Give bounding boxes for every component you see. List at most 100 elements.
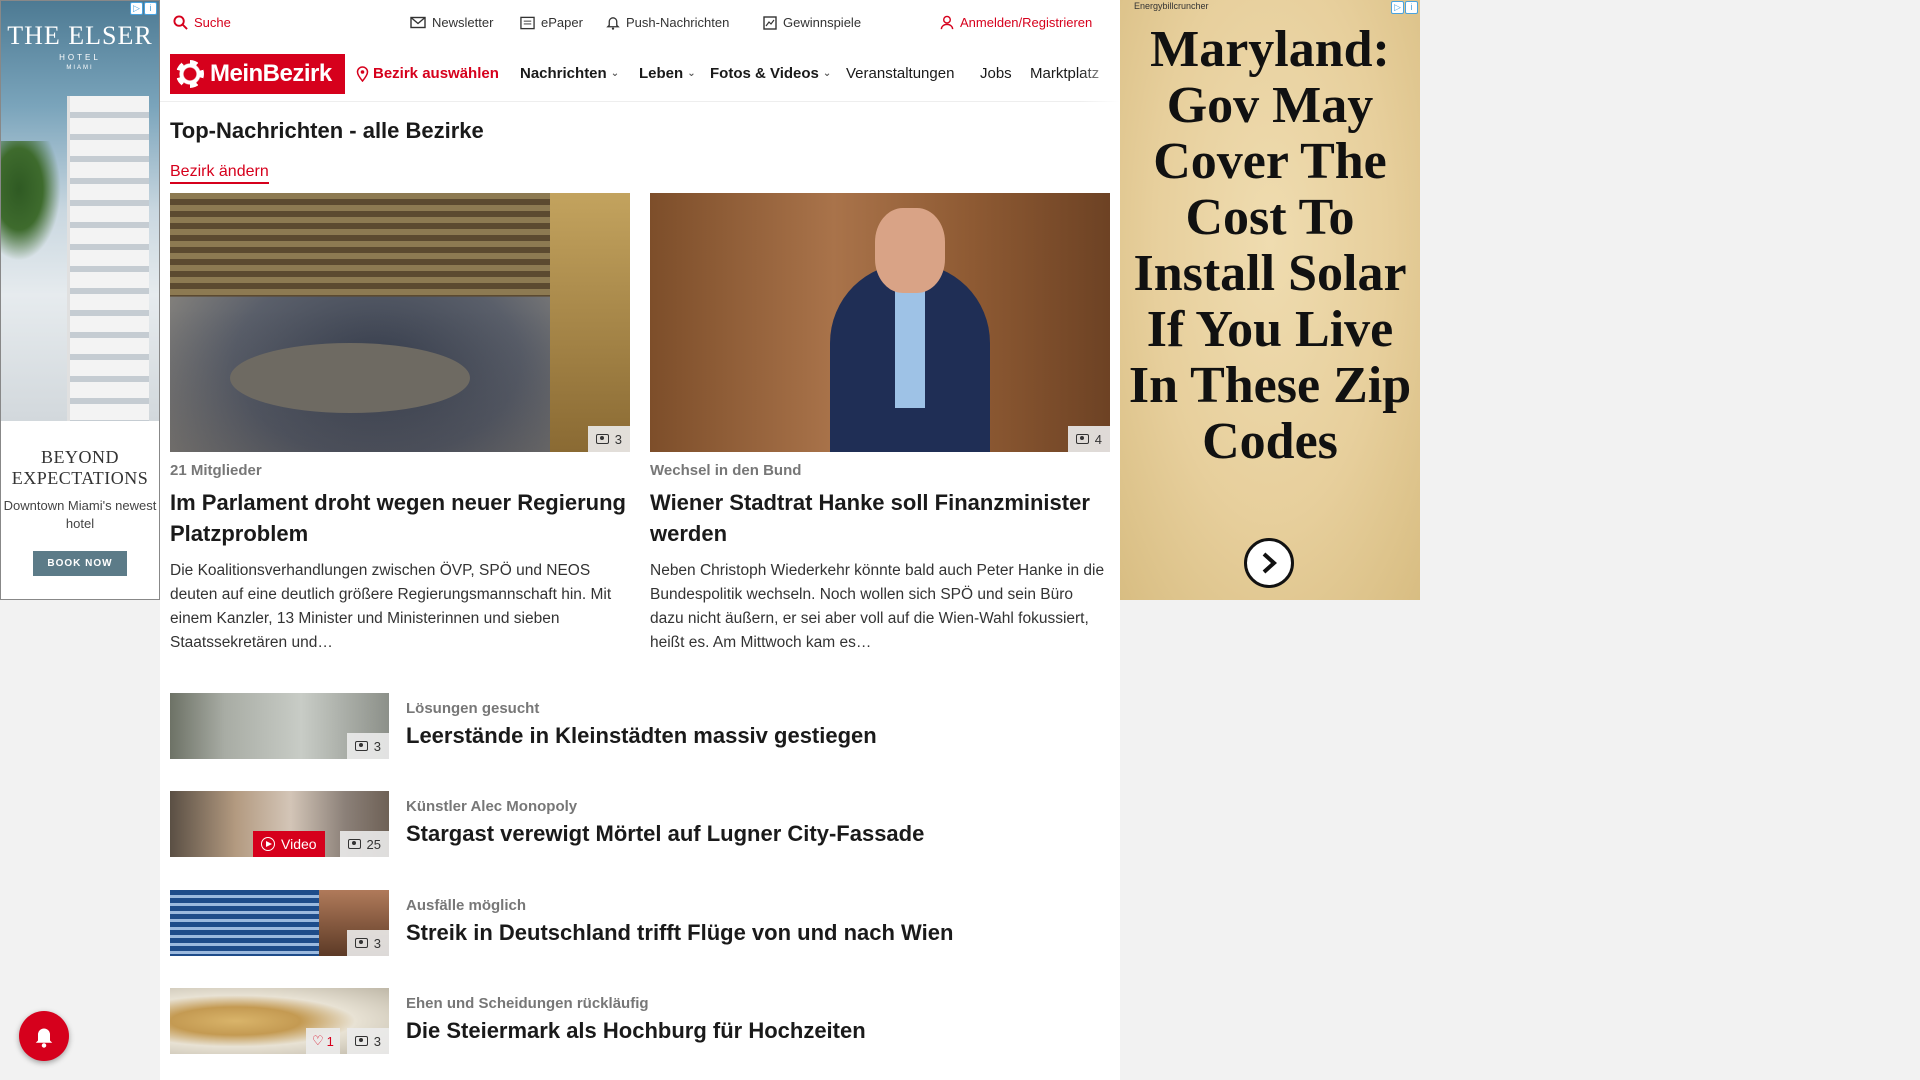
photo-count-badge: 4 <box>1067 426 1110 452</box>
parliament-floor <box>230 343 470 413</box>
photo-count-badge: 3 <box>346 1028 389 1054</box>
nav-fotos-videos-label: Fotos & Videos <box>710 65 819 82</box>
photo-count: 25 <box>366 836 381 852</box>
ad-left-elser[interactable]: THE ELSER HOTEL MIAMI BEYOND EXPECTATION… <box>0 0 160 600</box>
camera-icon <box>595 434 609 444</box>
camera-icon <box>354 938 368 948</box>
photo-count: 3 <box>373 935 381 951</box>
nav-veranstaltungen[interactable]: Veranstaltungen <box>846 65 954 82</box>
nav-jobs[interactable]: Jobs <box>980 65 1012 82</box>
ad-right-solar[interactable]: Energybillcruncher Maryland: Gov May Cov… <box>1120 0 1420 600</box>
article-kicker: 21 Mitglieder <box>170 462 262 479</box>
ad-brand: THE ELSER <box>7 21 153 50</box>
book-now-button[interactable]: BOOK NOW <box>33 551 127 576</box>
list-item[interactable]: 3 Ausfälle möglich Streik in Deutschland… <box>170 890 1110 956</box>
nav-nachrichten[interactable]: Nachrichten ⌄ <box>520 65 619 82</box>
list-item[interactable]: 3 Lösungen gesucht Leerstände in Kleinst… <box>170 693 1110 759</box>
search-link[interactable]: Suche <box>173 15 231 30</box>
ad-tagline: BEYOND EXPECTATIONS <box>11 447 149 488</box>
nav-leben[interactable]: Leben ⌄ <box>639 65 696 82</box>
photo-count: 3 <box>373 738 381 754</box>
article-thumbnail[interactable]: 3 <box>170 890 389 956</box>
adchoices-icon[interactable]: ▷ i <box>130 2 158 16</box>
parliament-wall <box>550 193 630 452</box>
photo-count-badge: 3 <box>346 930 389 956</box>
chevron-down-icon: ⌄ <box>822 68 832 79</box>
bell-icon <box>35 1028 53 1048</box>
nav-jobs-label: Jobs <box>980 65 1012 82</box>
contests-label: Gewinnspiele <box>783 15 862 30</box>
chevron-down-icon: ⌄ <box>687 68 696 79</box>
article-thumbnail[interactable]: ♡ 1 3 <box>170 988 389 1054</box>
article-teaser: Die Koalitionsverhandlungen zwischen ÖVP… <box>170 562 612 651</box>
featured-article-2[interactable]: 4 Wechsel in den Bund Wiener Stadtrat Ha… <box>650 193 1110 655</box>
main-content: Suche Newsletter ePaper Push-Nachrichten… <box>160 0 1120 1080</box>
camera-icon <box>354 741 368 751</box>
article-title[interactable]: Streik in Deutschland trifft Flüge von u… <box>406 920 953 946</box>
meinbezirk-logo[interactable]: MeinBezirk <box>170 54 345 94</box>
location-pin-icon <box>356 65 369 82</box>
heart-icon: ♡ <box>312 1033 324 1048</box>
user-icon <box>940 15 954 30</box>
login-link[interactable]: Anmelden/Registrieren <box>940 15 1092 30</box>
list-item[interactable]: ♡ 1 3 Ehen und Scheidungen rückläufig Die… <box>170 988 1110 1054</box>
bell-icon <box>606 17 620 30</box>
nav-leben-label: Leben <box>639 65 684 82</box>
epaper-label: ePaper <box>541 15 583 30</box>
play-icon <box>261 837 275 851</box>
search-label: Suche <box>194 15 231 30</box>
article-title[interactable]: Die Steiermark als Hochburg für Hochzeit… <box>406 1018 866 1044</box>
contests-link[interactable]: Gewinnspiele <box>763 15 861 30</box>
ad-source: Energybillcruncher <box>1134 1 1209 11</box>
ad-brand-city: MIAMI <box>66 65 94 71</box>
person-shirt <box>895 288 925 408</box>
video-badge: Video <box>253 831 325 857</box>
notification-bell-button[interactable] <box>19 1011 69 1061</box>
article-title[interactable]: Im Parlament droht wegen neuer Regierung… <box>170 487 630 549</box>
ad-hotel-photo: THE ELSER HOTEL MIAMI <box>1 1 159 421</box>
article-kicker: Lösungen gesucht <box>406 700 540 717</box>
article-image-hanke[interactable]: 4 <box>650 193 1110 452</box>
list-item[interactable]: Video 25 Künstler Alec Monopoly Stargast… <box>170 791 1110 857</box>
photo-count: 3 <box>373 1033 381 1049</box>
article-teaser: Neben Christoph Wiederkehr könnte bald a… <box>650 562 1105 651</box>
change-district-link[interactable]: Bezirk ändern <box>170 163 269 184</box>
article-thumbnail[interactable]: Video 25 <box>170 791 389 857</box>
camera-icon <box>347 839 361 849</box>
article-title[interactable]: Wiener Stadtrat Hanke soll Finanzministe… <box>650 487 1110 549</box>
chevron-right-icon <box>1262 552 1277 574</box>
newspaper-icon <box>520 16 535 29</box>
search-icon <box>173 15 188 30</box>
adchoices-icon[interactable]: ▷ i <box>1391 1 1419 15</box>
nav-fade <box>1080 46 1120 102</box>
nav-fotos-videos[interactable]: Fotos & Videos ⌄ <box>710 65 831 82</box>
chevron-down-icon: ⌄ <box>610 68 620 79</box>
article-kicker: Wechsel in den Bund <box>650 462 802 479</box>
newsletter-label: Newsletter <box>432 15 494 30</box>
article-thumbnail[interactable]: 3 <box>170 693 389 759</box>
nav-veranstaltungen-label: Veranstaltungen <box>846 65 955 82</box>
epaper-link[interactable]: ePaper <box>520 15 583 30</box>
ad-description: Downtown Miami's newest hotel <box>3 498 157 531</box>
ad-headline[interactable]: Maryland: Gov May Cover The Cost To Inst… <box>1120 22 1420 470</box>
article-title[interactable]: Leerstände in Kleinstädten massiv gestie… <box>406 723 877 749</box>
featured-article-1[interactable]: 3 21 Mitglieder Im Parlament droht wegen… <box>170 193 630 655</box>
login-label: Anmelden/Registrieren <box>960 15 1093 30</box>
photo-count: 3 <box>614 431 622 447</box>
push-link[interactable]: Push-Nachrichten <box>606 15 729 30</box>
gift-icon <box>763 15 777 30</box>
article-image-parliament[interactable]: 3 <box>170 193 630 452</box>
photo-count-badge: 3 <box>587 426 630 452</box>
newsletter-link[interactable]: Newsletter <box>410 15 493 30</box>
like-count: 1 <box>326 1033 334 1049</box>
article-kicker: Ausfälle möglich <box>406 897 527 914</box>
logo-flower-icon <box>176 60 204 88</box>
likes-badge[interactable]: ♡ 1 <box>306 1028 340 1054</box>
article-kicker: Ehen und Scheidungen rückläufig <box>406 995 649 1012</box>
push-label: Push-Nachrichten <box>626 15 730 30</box>
district-select[interactable]: Bezirk auswählen <box>356 65 499 82</box>
main-nav: MeinBezirk Bezirk auswählen Nachrichten ⌄… <box>160 46 1120 102</box>
hotel-tower-graphic <box>67 96 149 421</box>
ad-arrow-button[interactable] <box>1244 538 1294 588</box>
article-title[interactable]: Stargast verewigt Mörtel auf Lugner City… <box>406 821 924 847</box>
